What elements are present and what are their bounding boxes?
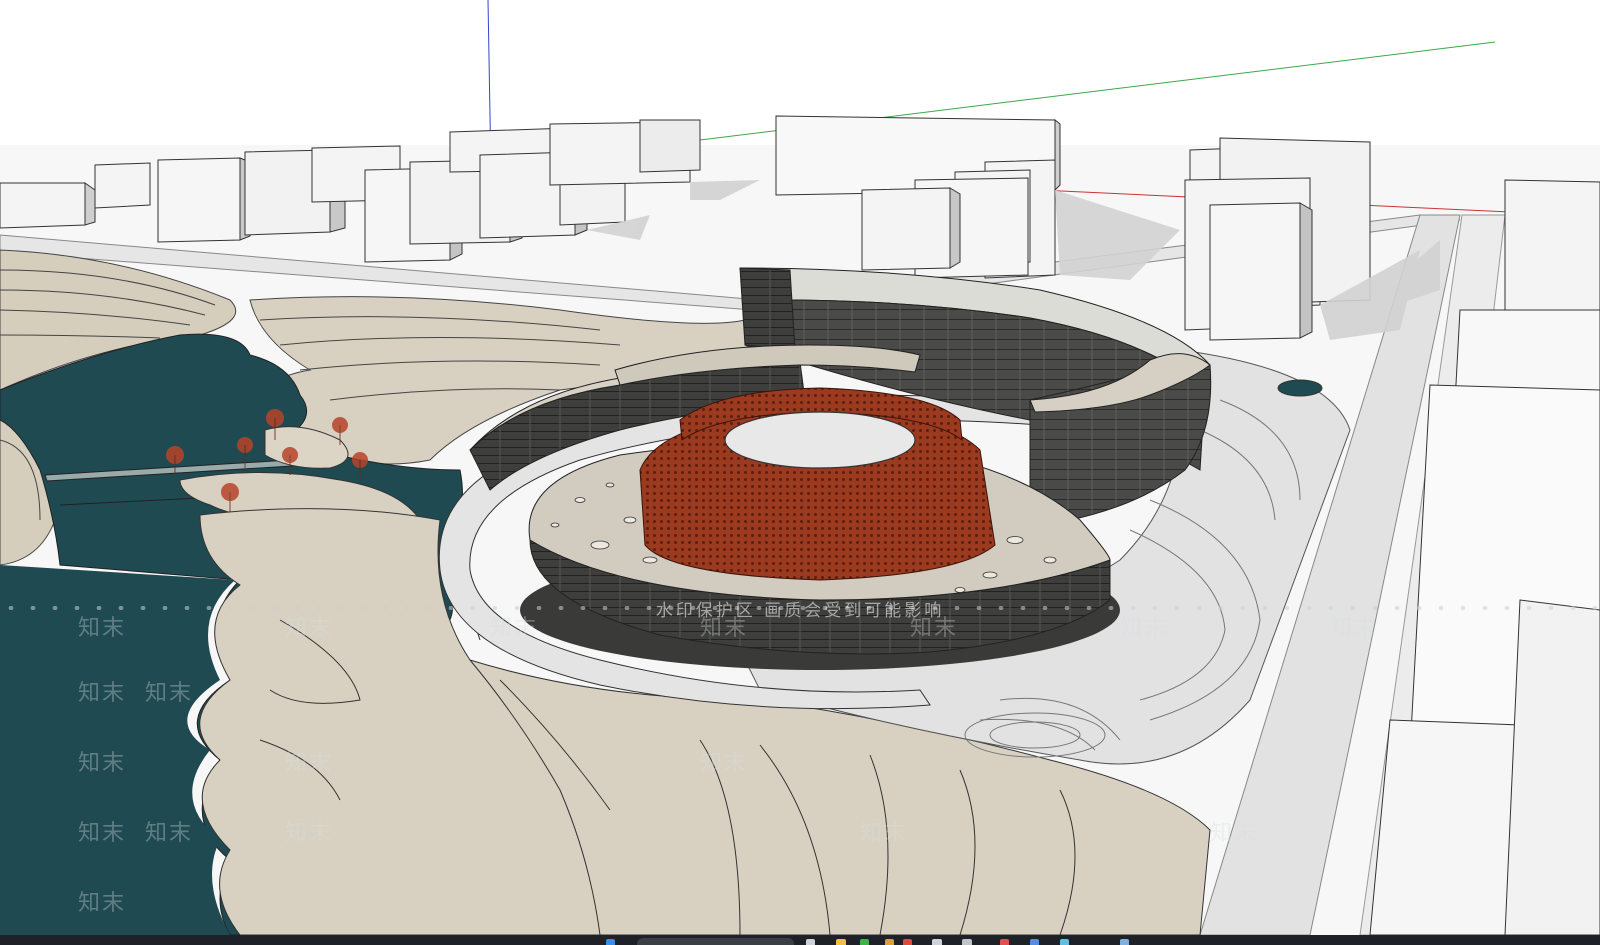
model-scene[interactable]: 知末 知末 知末 知末 知末 知末 知末 知末 知末 知末 知末 知末 知末 知… [0, 0, 1600, 935]
app-icon-2[interactable] [1060, 939, 1069, 945]
app-icon[interactable] [885, 939, 894, 945]
office-tower-west [739, 267, 796, 351]
app-icon-2[interactable] [1120, 939, 1129, 945]
search-icon[interactable] [637, 938, 794, 945]
browser-icon[interactable] [860, 939, 869, 945]
sketchup-viewport[interactable]: 知末 知末 知末 知末 知末 知末 知末 知末 知末 知末 知末 知末 知末 知… [0, 0, 1600, 935]
app-icon[interactable] [1000, 939, 1009, 945]
file-explorer-icon[interactable] [836, 939, 846, 945]
file-explorer-icon[interactable] [806, 939, 815, 945]
mail-icon[interactable] [903, 939, 912, 945]
sketchup-icon[interactable] [932, 939, 942, 945]
start-icon[interactable] [606, 939, 615, 945]
app-icon[interactable] [962, 939, 972, 945]
taskbar[interactable] [0, 935, 1600, 945]
drum-roof-disk [724, 411, 916, 469]
app-icon-2[interactable] [1030, 939, 1039, 945]
lake-edge [0, 565, 235, 935]
